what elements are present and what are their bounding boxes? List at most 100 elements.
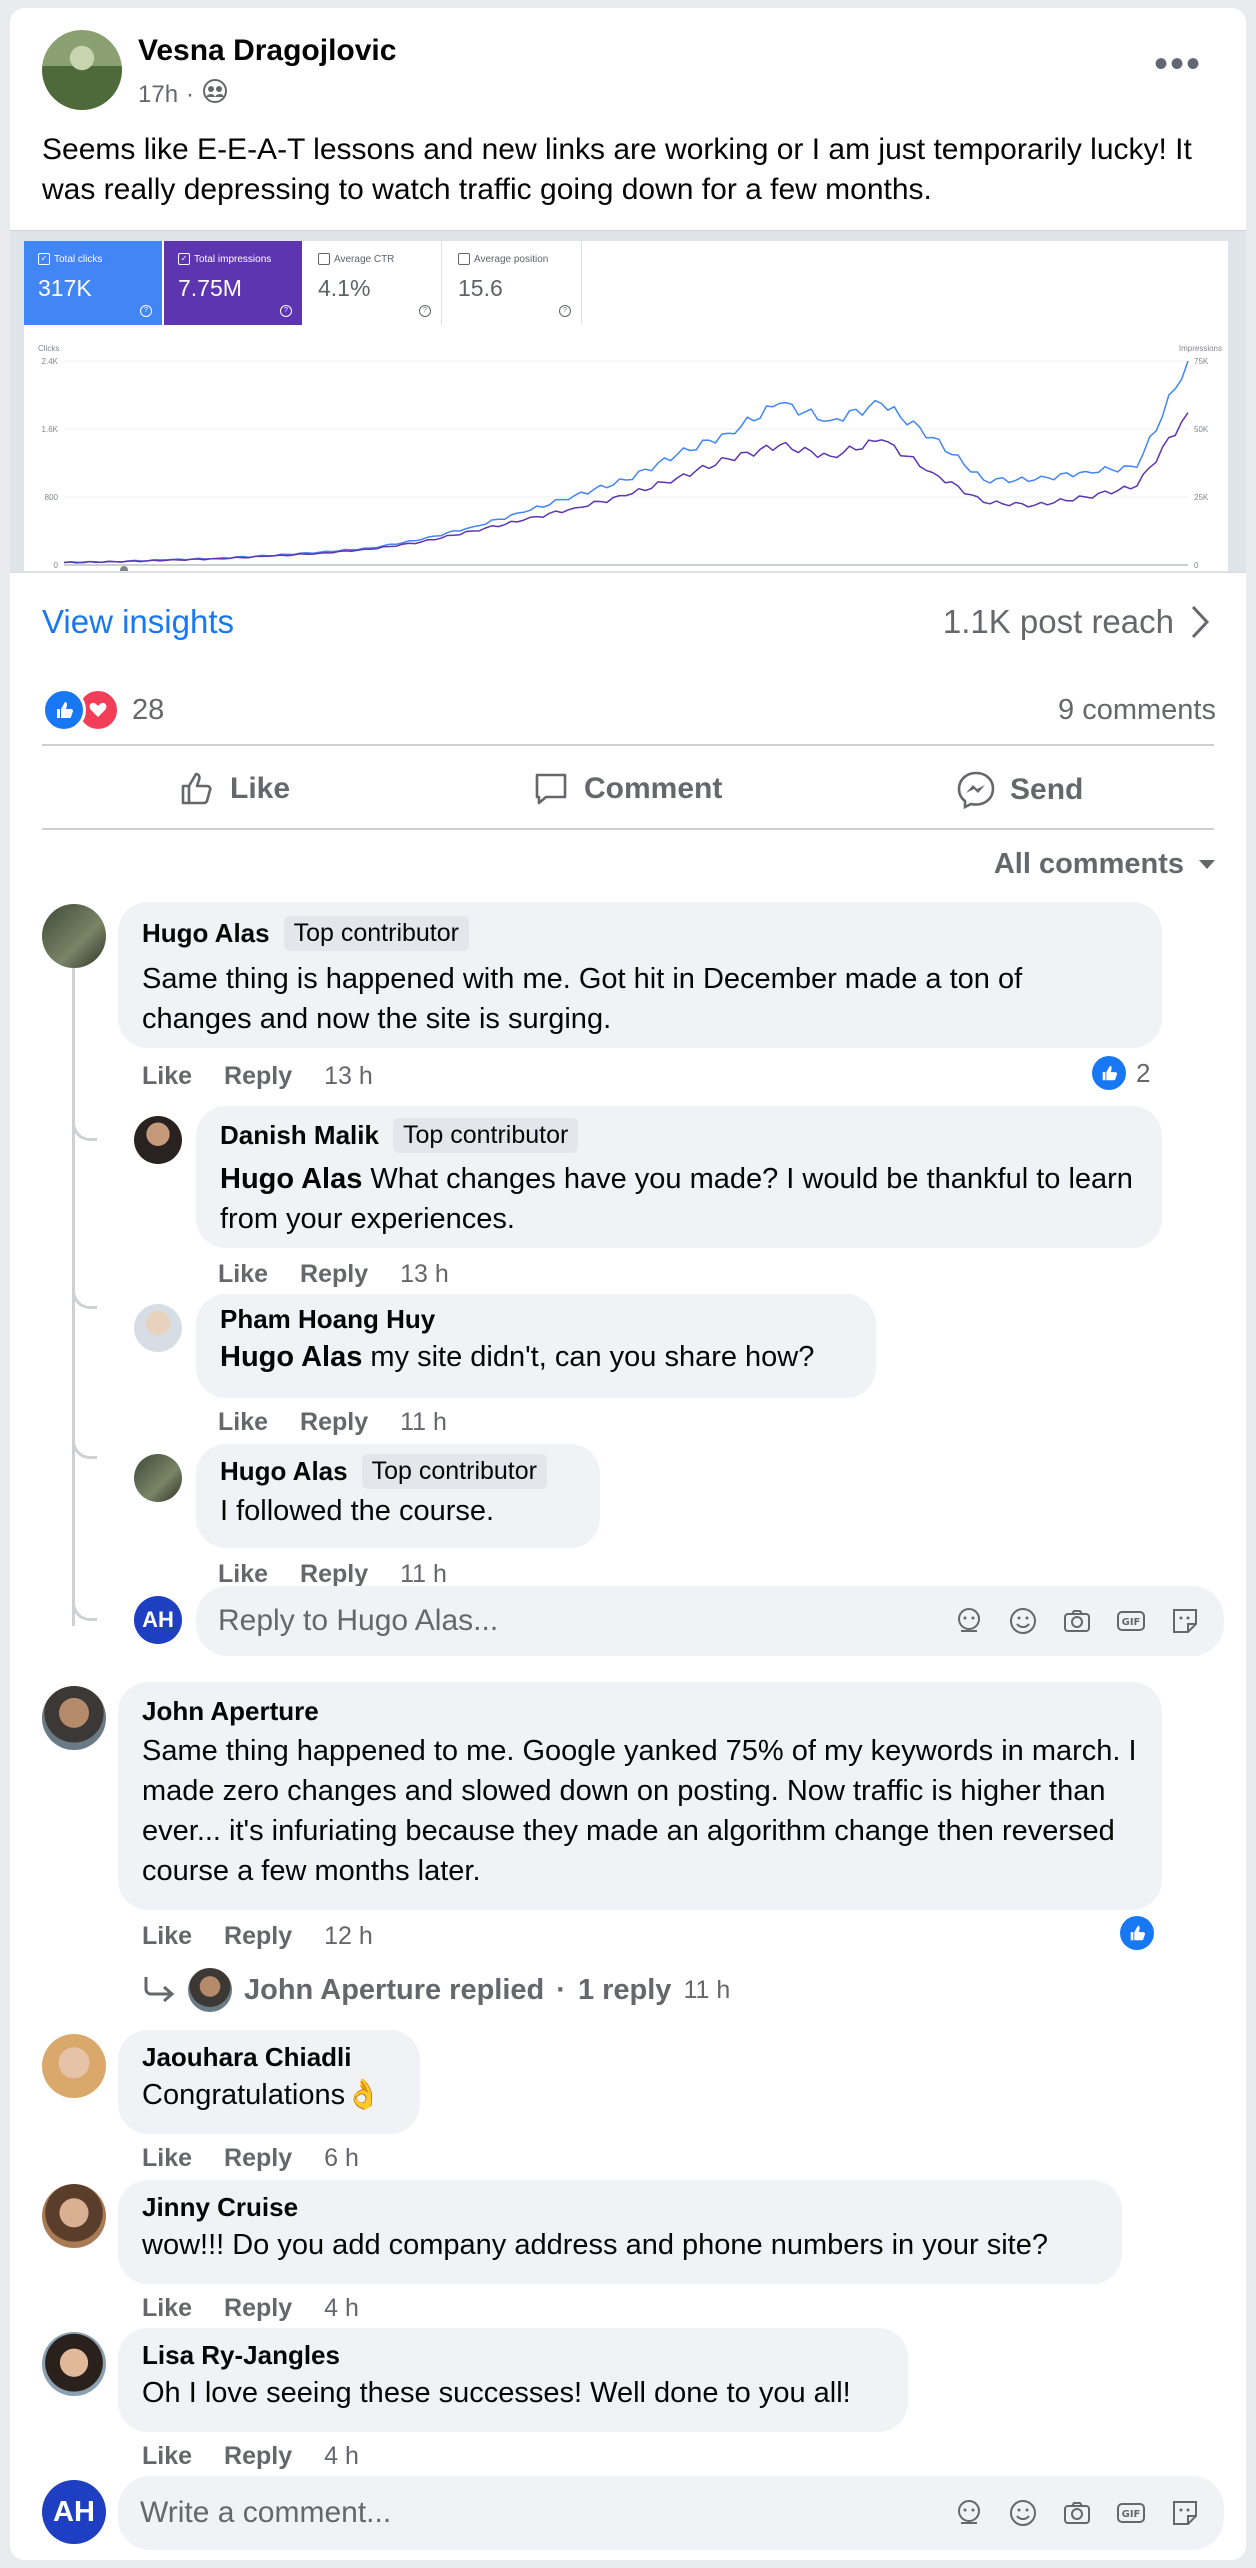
left-tick-label: 800 xyxy=(45,493,59,502)
comment-reply-button[interactable]: Reply xyxy=(224,2442,292,2471)
comment-time[interactable]: 13 h xyxy=(324,1062,373,1091)
top-contributor-badge: Top contributor xyxy=(283,916,469,951)
metric-total-clicks: ✓ Total clicks 317K ? xyxy=(24,241,162,325)
meta-separator: · xyxy=(186,80,195,108)
comment-like-button[interactable]: Like xyxy=(142,2144,192,2173)
write-comment-input[interactable]: Write a comment... GIF xyxy=(118,2476,1224,2550)
emoji-icon[interactable] xyxy=(1006,2496,1040,2530)
comment-reply-button[interactable]: Reply xyxy=(300,1408,368,1437)
input-tools: GIF xyxy=(952,1604,1202,1638)
gif-icon[interactable]: GIF xyxy=(1114,1604,1148,1638)
commenter-name[interactable]: Jinny Cruise xyxy=(142,2192,1098,2223)
left-axis-label: Clicks xyxy=(38,344,59,353)
left-tick-label: 2.4K xyxy=(42,357,59,366)
current-user-avatar[interactable]: AH xyxy=(134,1596,182,1644)
emoji-icon[interactable] xyxy=(1006,1604,1040,1638)
avatar-sticker-icon[interactable] xyxy=(952,2496,986,2530)
commenter-name[interactable]: Hugo Alas xyxy=(220,1456,348,1487)
comment-like-button[interactable]: Like xyxy=(142,2442,192,2471)
series-line-impressions xyxy=(63,412,1189,564)
post-image[interactable]: ✓ Total clicks 317K ? ✓ Total impressions … xyxy=(10,230,1246,573)
comment-like-button[interactable]: Like xyxy=(218,1260,268,1289)
commenter-avatar[interactable] xyxy=(42,904,106,968)
metric-average-position: Average position 15.6 ? xyxy=(444,241,582,325)
commenter-avatar[interactable] xyxy=(134,1304,182,1352)
commenter-name[interactable]: Danish Malik xyxy=(220,1120,379,1151)
comment-bubble: Pham Hoang Huy Hugo Alas my site didn't,… xyxy=(196,1294,876,1398)
comment-time[interactable]: 11 h xyxy=(400,1408,447,1437)
group-audience-icon xyxy=(202,78,228,111)
reply-arrow-icon xyxy=(144,1977,175,2003)
comment-actions: Like Reply 13 h xyxy=(218,1260,449,1289)
view-replies-link[interactable]: John Aperture replied · 1 reply 11 h xyxy=(142,1968,730,2012)
comment-reply-button[interactable]: Reply xyxy=(224,2144,292,2173)
comment-time[interactable]: 12 h xyxy=(324,1922,373,1951)
commenter-name[interactable]: Lisa Ry-Jangles xyxy=(142,2340,884,2371)
comment-reactions[interactable]: 2 xyxy=(1092,1056,1150,1090)
comment-reply-button[interactable]: Reply xyxy=(224,2294,292,2323)
commenter-name[interactable]: Hugo Alas xyxy=(142,918,270,949)
annotation-marker xyxy=(120,566,128,571)
reply-separator: · xyxy=(556,1973,566,2006)
top-contributor-badge: Top contributor xyxy=(361,1454,547,1489)
comment-actions: Like Reply 4 h xyxy=(142,2294,359,2323)
comment-like-button[interactable]: Like xyxy=(218,1560,268,1589)
comment-time[interactable]: 13 h xyxy=(400,1260,449,1289)
comment-like-button[interactable]: Like xyxy=(142,1062,192,1091)
comment-reactions[interactable] xyxy=(1120,1916,1154,1950)
like-label: Like xyxy=(230,772,291,805)
more-options-icon[interactable]: ••• xyxy=(1154,44,1202,84)
reply-input[interactable]: Reply to Hugo Alas... GIF xyxy=(196,1586,1224,1656)
camera-icon[interactable] xyxy=(1060,1604,1094,1638)
comment-button[interactable]: Comment xyxy=(532,770,722,808)
help-icon: ? xyxy=(419,305,431,317)
left-tick-label: 1.6K xyxy=(42,425,59,434)
comment-reply-button[interactable]: Reply xyxy=(224,1922,292,1951)
comment-filter-dropdown[interactable]: All comments xyxy=(994,848,1216,881)
current-user-avatar[interactable]: AH xyxy=(42,2480,106,2544)
commenter-avatar[interactable] xyxy=(42,1686,106,1750)
mention[interactable]: Hugo Alas xyxy=(220,1341,362,1373)
replier-avatar xyxy=(188,1968,232,2012)
mention[interactable]: Hugo Alas xyxy=(220,1163,362,1195)
camera-icon[interactable] xyxy=(1060,2496,1094,2530)
comment-reply-button[interactable]: Reply xyxy=(300,1260,368,1289)
caret-down-icon xyxy=(1199,859,1215,869)
comment-time[interactable]: 6 h xyxy=(324,2144,359,2173)
post-reach[interactable]: 1.1K post reach xyxy=(943,603,1210,641)
comment-time[interactable]: 11 h xyxy=(400,1560,447,1589)
comment-bubble-icon xyxy=(535,773,567,805)
commenter-name[interactable]: Pham Hoang Huy xyxy=(220,1304,852,1335)
gif-icon[interactable]: GIF xyxy=(1114,2496,1148,2530)
thread-connector xyxy=(72,1426,97,1459)
comment-like-button[interactable]: Like xyxy=(142,2294,192,2323)
comment-reply-button[interactable]: Reply xyxy=(300,1560,368,1589)
comment-time[interactable]: 4 h xyxy=(324,2442,359,2471)
sticker-icon[interactable] xyxy=(1168,1604,1202,1638)
send-button[interactable]: Send xyxy=(956,770,1083,810)
commenter-name[interactable]: Jaouhara Chiadli xyxy=(142,2042,396,2073)
commenter-avatar[interactable] xyxy=(134,1454,182,1502)
comments-count[interactable]: 9 comments xyxy=(1058,694,1216,727)
author-avatar[interactable] xyxy=(42,30,122,110)
view-insights-link[interactable]: View insights xyxy=(42,603,234,641)
like-button[interactable]: Like xyxy=(178,770,290,808)
commenter-avatar[interactable] xyxy=(42,2332,106,2396)
commenter-name[interactable]: John Aperture xyxy=(142,1696,1138,1727)
commenter-avatar[interactable] xyxy=(42,2034,106,2098)
avatar-sticker-icon[interactable] xyxy=(952,1604,986,1638)
line-chart: 2.4K 75K 1.6K 50K 800 25K 0 0 Clicks Impressions xyxy=(38,344,1222,571)
replied-text: John Aperture replied xyxy=(244,1973,545,2006)
commenter-avatar[interactable] xyxy=(42,2184,106,2248)
comment-like-button[interactable]: Like xyxy=(218,1408,268,1437)
checkbox-checked-icon: ✓ xyxy=(38,253,50,265)
author-name[interactable]: Vesna Dragojlovic xyxy=(138,34,396,68)
post-time[interactable]: 17h xyxy=(138,81,178,109)
comment-reply-button[interactable]: Reply xyxy=(224,1062,292,1091)
reactions-summary[interactable]: 28 xyxy=(42,688,164,732)
comment-time[interactable]: 4 h xyxy=(324,2294,359,2323)
commenter-avatar[interactable] xyxy=(134,1116,182,1164)
thumbs-up-icon xyxy=(181,772,212,805)
sticker-icon[interactable] xyxy=(1168,2496,1202,2530)
comment-like-button[interactable]: Like xyxy=(142,1922,192,1951)
